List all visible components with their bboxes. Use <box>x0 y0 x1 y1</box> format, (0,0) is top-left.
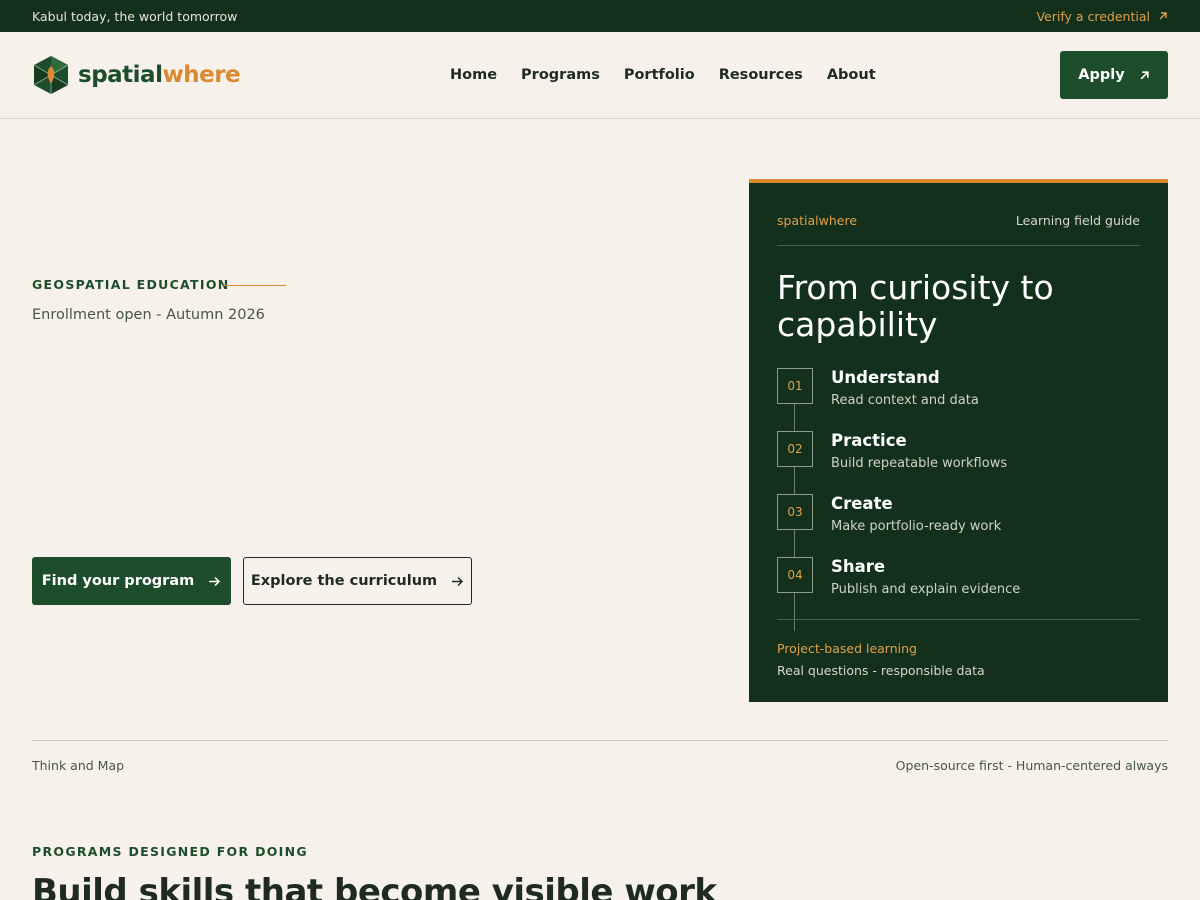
step-item: 04 Share Publish and explain evidence <box>777 557 1140 603</box>
step-title: Understand <box>831 368 940 387</box>
hexagon-globe-logo-icon <box>33 56 69 94</box>
card-footer-text: Real questions - responsible data <box>777 663 985 678</box>
band-right-text: Open-source first - Human-centered alway… <box>895 758 1168 773</box>
step-title: Share <box>831 557 886 576</box>
programs-eyebrow: PROGRAMS DESIGNED FOR DOING <box>32 844 308 859</box>
card-divider <box>777 245 1140 246</box>
arrow-up-right-icon <box>1159 12 1167 20</box>
step-number: 03 <box>777 494 813 530</box>
find-program-button[interactable]: Find your program <box>32 557 231 605</box>
nav-item-resources[interactable]: Resources <box>719 67 803 83</box>
nav-item-about[interactable]: About <box>827 67 876 83</box>
apply-button-label: Apply <box>1078 67 1125 83</box>
verify-credential-label: Verify a credential <box>1036 8 1150 24</box>
step-number: 04 <box>777 557 813 593</box>
explore-curriculum-button[interactable]: Explore the curriculum <box>243 557 472 605</box>
brand-wordmark: spatialwhere <box>78 62 241 88</box>
brand-wordmark-part2: where <box>162 62 241 88</box>
step-description: Make portfolio-ready work <box>831 519 1002 534</box>
site-header: spatialwhere Home Programs Portfolio Res… <box>0 32 1200 119</box>
card-footer-divider <box>777 619 1140 620</box>
learning-field-guide-card: spatialwhere Learning field guide From c… <box>749 179 1168 702</box>
main-nav: Home Programs Portfolio Resources About <box>450 32 876 118</box>
step-title: Practice <box>831 431 907 450</box>
card-footer-highlight: Project-based learning <box>777 641 917 656</box>
step-number: 01 <box>777 368 813 404</box>
card-brand: spatialwhere <box>777 213 858 228</box>
explore-curriculum-label: Explore the curriculum <box>250 573 438 589</box>
card-guide-label: Learning field guide <box>1015 213 1140 228</box>
band-left-text: Think and Map <box>32 758 125 773</box>
nav-item-programs[interactable]: Programs <box>521 67 600 83</box>
apply-button[interactable]: Apply <box>1060 51 1168 99</box>
programs-title: Build skills that become visible work <box>32 872 717 900</box>
enrollment-status: Enrollment open - Autumn 2026 <box>32 307 265 323</box>
arrow-up-right-icon <box>1140 70 1149 79</box>
card-header: spatialwhere Learning field guide <box>777 213 1140 228</box>
verify-credential-link[interactable]: Verify a credential <box>1036 9 1168 24</box>
step-title: Create <box>831 494 893 513</box>
tagline: Kabul today, the world tomorrow <box>32 8 238 24</box>
step-item: 02 Practice Build repeatable workflows <box>777 431 1140 477</box>
step-description: Publish and explain evidence <box>831 582 1021 597</box>
hero-eyebrow: GEOSPATIAL EDUCATION <box>32 277 230 292</box>
arrow-right-icon <box>209 576 221 586</box>
eyebrow-divider <box>222 285 286 286</box>
step-item: 01 Understand Read context and data <box>777 368 1140 414</box>
step-number: 02 <box>777 431 813 467</box>
nav-item-portfolio[interactable]: Portfolio <box>624 67 695 83</box>
step-description: Build repeatable workflows <box>831 456 1008 471</box>
step-description: Read context and data <box>831 393 979 408</box>
site-logo[interactable]: spatialwhere <box>32 55 332 95</box>
arrow-right-icon <box>452 576 464 586</box>
brand-wordmark-part1: spatial <box>78 62 163 88</box>
card-title: From curiosity to capability <box>777 268 1054 344</box>
find-program-label: Find your program <box>41 573 195 589</box>
section-divider <box>32 740 1168 741</box>
step-item: 03 Create Make portfolio-ready work <box>777 494 1140 540</box>
top-announcement-bar: Kabul today, the world tomorrow Verify a… <box>0 0 1200 32</box>
nav-item-home[interactable]: Home <box>450 67 497 83</box>
